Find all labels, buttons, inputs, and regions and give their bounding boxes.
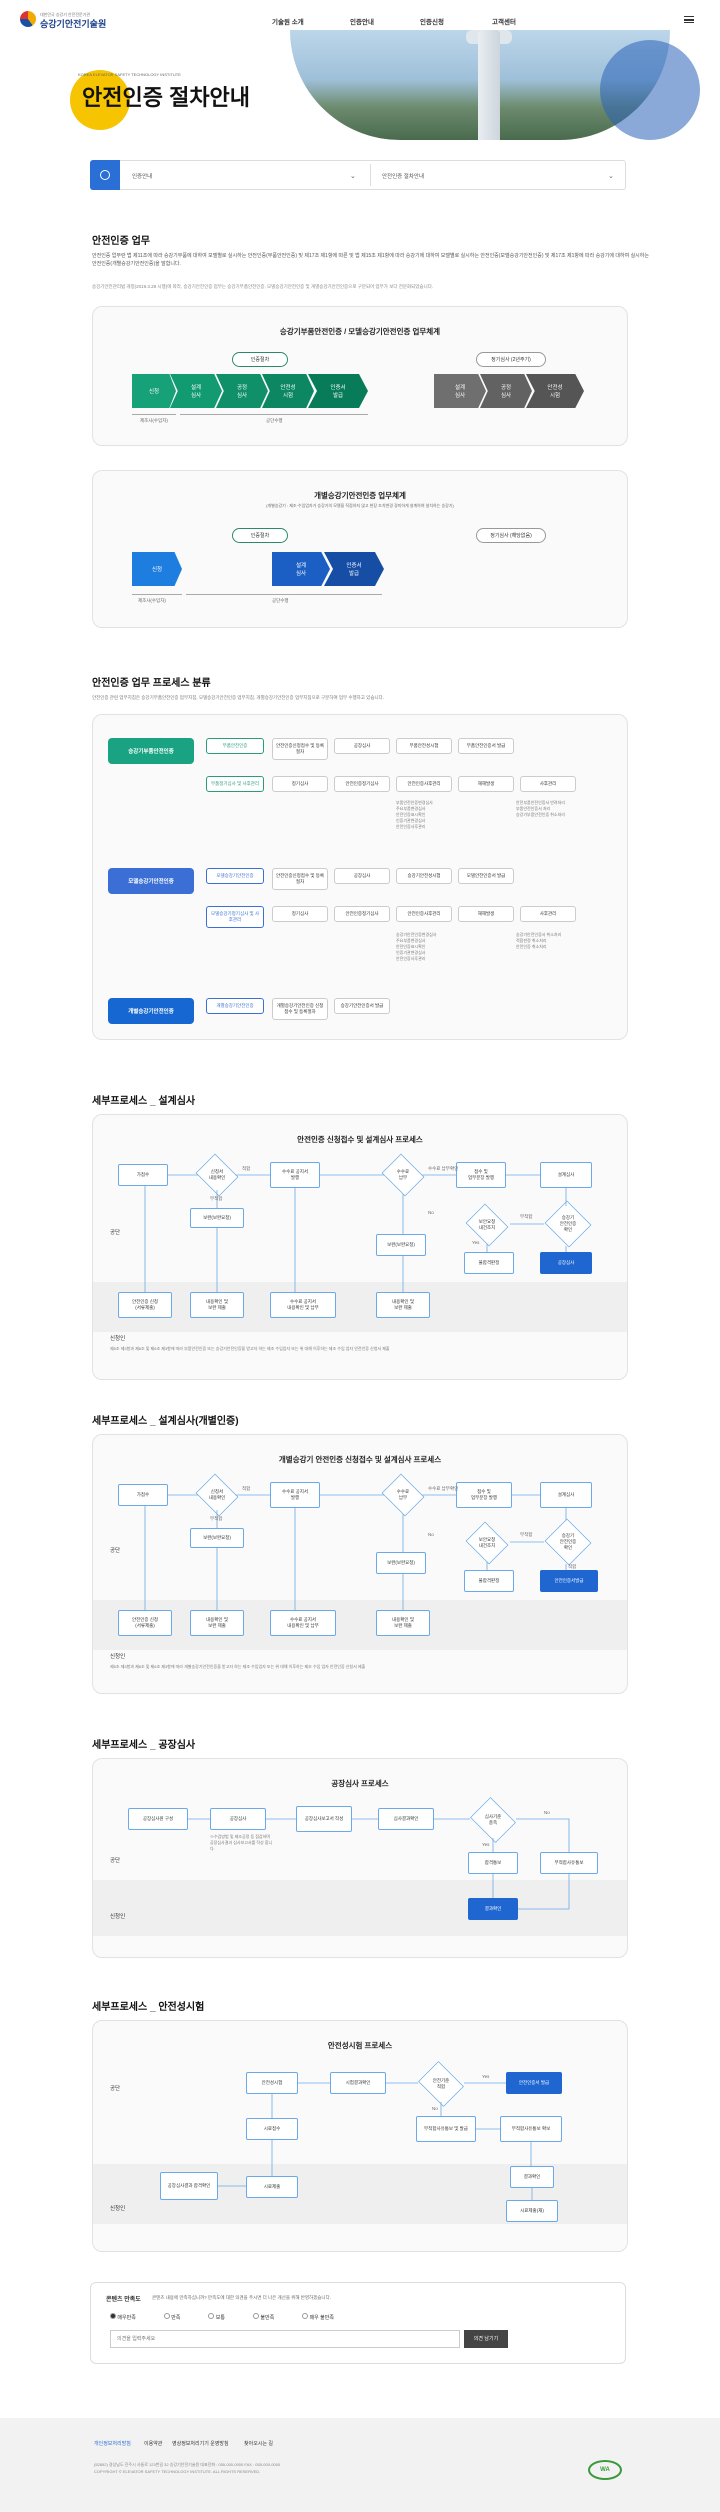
radio-icon[interactable] bbox=[163, 2313, 170, 2319]
survey-question: 콘텐츠 내용에 만족하십니까? 만족도에 대한 의견을 주시면 더 나은 개선을… bbox=[152, 2295, 331, 2300]
label-yes: Yes bbox=[482, 2074, 490, 2079]
footer-link-location[interactable]: 찾아오시는 길 bbox=[244, 2440, 273, 2447]
survey-input[interactable] bbox=[110, 2330, 460, 2348]
survey-submit-button[interactable]: 의견 남기기 bbox=[464, 2330, 508, 2348]
survey-options: 매우만족 만족 보통 불만족 매우 불만족 bbox=[110, 2313, 334, 2321]
option-very-satisfied[interactable]: 매우만족 bbox=[110, 2313, 136, 2321]
footer-link-terms[interactable]: 이용약관 bbox=[144, 2440, 162, 2447]
footer-link-cctv[interactable]: 영상정보처리기기 운영방침 bbox=[172, 2440, 229, 2447]
label-no: No bbox=[432, 2106, 438, 2111]
footer-link-privacy[interactable]: 개인정보처리방침 bbox=[94, 2440, 131, 2447]
radio-icon[interactable] bbox=[252, 2313, 259, 2319]
survey-title: 콘텐츠 만족도 bbox=[106, 2297, 141, 2303]
web-accessibility-badge: WA bbox=[588, 2460, 622, 2480]
option-satisfied[interactable]: 만족 bbox=[163, 2313, 180, 2321]
radio-icon[interactable] bbox=[208, 2313, 215, 2319]
option-normal[interactable]: 보통 bbox=[208, 2313, 225, 2321]
footer-address: (52852) 경상남도 진주시 사들로 123번길 32 승강기안전기술원 대… bbox=[94, 2462, 281, 2474]
option-very-unsatisfied[interactable]: 매우 불만족 bbox=[302, 2313, 334, 2321]
radio-icon[interactable] bbox=[302, 2313, 309, 2319]
option-unsatisfied[interactable]: 불만족 bbox=[252, 2313, 274, 2321]
radio-icon[interactable] bbox=[110, 2313, 116, 2319]
connector-lines bbox=[218, 2082, 533, 2200]
